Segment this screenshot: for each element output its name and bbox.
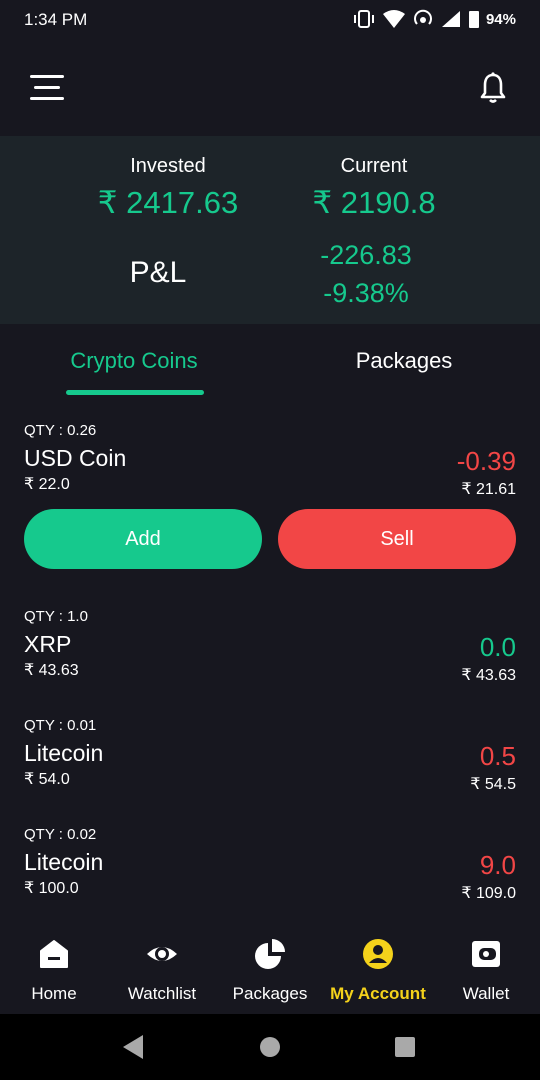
invested-value: ₹ 2417.63: [97, 185, 239, 220]
hotspot-icon: [414, 9, 432, 25]
holding-item[interactable]: QTY : 0.01 Litecoin ₹ 54.0 0.5 ₹ 54.5: [0, 705, 540, 805]
holding-name: Litecoin: [24, 849, 104, 875]
nav-home[interactable]: Home: [0, 924, 108, 1014]
menu-icon-line: [30, 97, 64, 100]
holding-change: -0.39: [456, 446, 516, 476]
holding-current-price: ₹ 43.63: [461, 667, 516, 684]
nav-watchlist-label: Watchlist: [127, 984, 197, 1003]
holding-buy-price: ₹ 54.0: [24, 771, 70, 788]
active-tab-indicator: [66, 390, 204, 395]
pnl-percent: -9.38%: [323, 278, 409, 308]
nav-my-account-label: My Account: [330, 984, 426, 1003]
battery-percent: 94%: [485, 10, 516, 28]
holding-item[interactable]: QTY : 0.26 USD Coin ₹ 22.0 -0.39 ₹ 21.61…: [0, 410, 540, 580]
holding-item[interactable]: QTY : 0.02 Litecoin ₹ 100.0 9.0 ₹ 109.0: [0, 814, 540, 914]
holding-item[interactable]: QTY : 1.0 XRP ₹ 43.63 0.0 ₹ 43.63: [0, 596, 540, 696]
tab-crypto-coins[interactable]: Crypto Coins: [24, 348, 244, 374]
invested-label: Invested: [130, 155, 206, 177]
holding-name: Litecoin: [24, 740, 104, 766]
home-circle-icon[interactable]: [259, 1036, 281, 1058]
holding-current-price: ₹ 54.5: [470, 776, 516, 793]
nav-wallet-label: Wallet: [462, 984, 510, 1003]
status-time: 1:34 PM: [24, 10, 88, 29]
holding-buy-price: ₹ 22.0: [24, 476, 70, 493]
tab-packages[interactable]: Packages: [294, 348, 514, 374]
status-icons: 94%: [352, 9, 516, 29]
home-icon: [40, 940, 68, 968]
holdings-tabs: Crypto Coins Packages: [0, 324, 540, 396]
holding-buy-price: ₹ 100.0: [24, 880, 79, 897]
menu-button[interactable]: [30, 75, 64, 101]
nav-my-account[interactable]: My Account: [324, 924, 432, 1014]
nav-wallet[interactable]: Wallet: [432, 924, 540, 1014]
holding-name: XRP: [24, 631, 72, 657]
pnl-amount: -226.83: [320, 240, 412, 270]
holding-buy-price: ₹ 43.63: [24, 662, 79, 679]
add-button[interactable]: Add: [24, 509, 262, 569]
holding-change: 0.0: [479, 632, 516, 662]
holding-change: 9.0: [479, 850, 516, 880]
nav-packages-label: Packages: [232, 984, 308, 1003]
pie-chart-icon: [255, 939, 285, 969]
current-value: ₹ 2190.8: [312, 185, 436, 220]
vibrate-icon: [353, 10, 374, 28]
sell-button[interactable]: Sell: [278, 509, 516, 569]
pnl-label: P&L: [129, 256, 187, 289]
holding-qty: QTY : 0.02: [24, 826, 97, 843]
system-navigation-bar: [0, 1014, 540, 1080]
notification-bell-button[interactable]: [480, 72, 506, 104]
menu-icon-line: [30, 75, 64, 78]
back-icon[interactable]: [121, 1034, 145, 1060]
holding-qty: QTY : 0.26: [24, 422, 97, 439]
holding-change: 0.5: [479, 741, 516, 771]
nav-watchlist[interactable]: Watchlist: [108, 924, 216, 1014]
holding-current-price: ₹ 109.0: [461, 885, 516, 902]
bell-icon: [480, 72, 506, 103]
menu-icon-line: [34, 86, 60, 89]
account-icon: [363, 939, 393, 969]
recents-square-icon[interactable]: [394, 1036, 416, 1058]
holding-qty: QTY : 0.01: [24, 717, 97, 734]
current-label: Current: [340, 155, 408, 177]
wallet-icon: [472, 941, 500, 967]
status-bar: 1:34 PM 94%: [0, 0, 540, 40]
signal-icon: [441, 11, 460, 27]
eye-icon: [147, 947, 177, 961]
bottom-navigation: Home Watchlist Packages My Account Walle…: [0, 924, 540, 1014]
app-bar: [0, 40, 540, 136]
nav-packages[interactable]: Packages: [216, 924, 324, 1014]
wifi-icon: [382, 10, 405, 28]
holding-name: USD Coin: [24, 445, 127, 471]
portfolio-summary: Invested ₹ 2417.63 Current ₹ 2190.8 P&L …: [0, 136, 540, 324]
holding-qty: QTY : 1.0: [24, 608, 88, 625]
holding-current-price: ₹ 21.61: [461, 481, 516, 498]
nav-home-label: Home: [31, 984, 77, 1003]
battery-icon: [468, 11, 479, 28]
